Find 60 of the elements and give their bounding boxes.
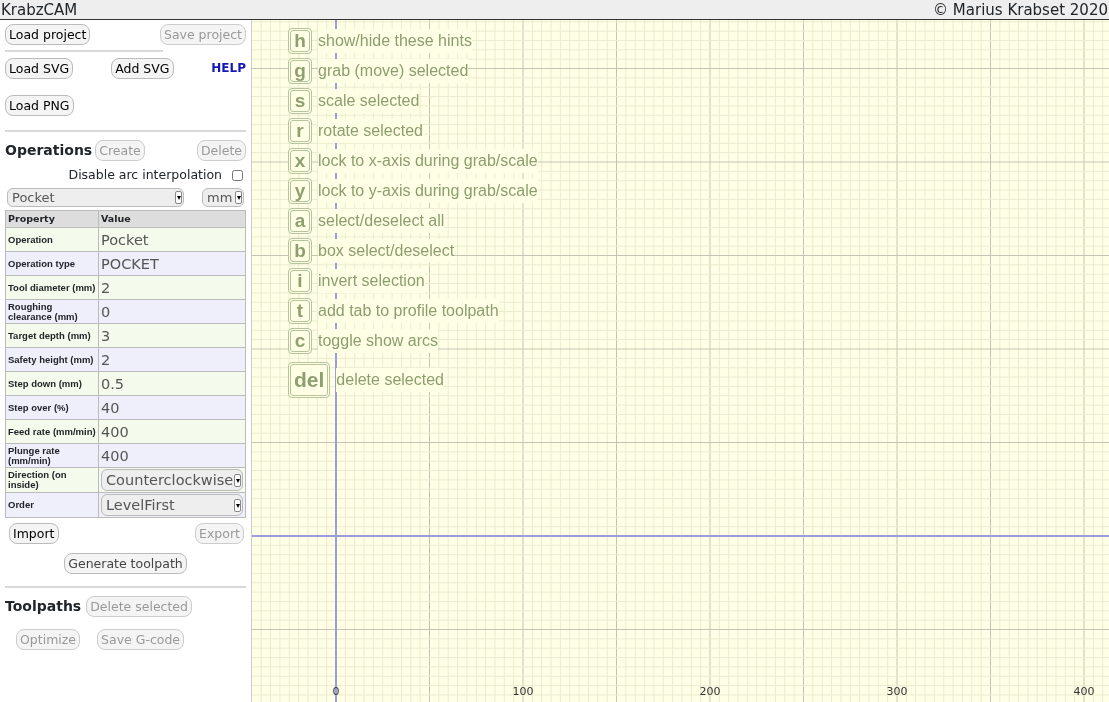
property-cell: Operation type: [5, 251, 99, 276]
unit-dropdown[interactable]: mm: [202, 187, 244, 207]
generate-toolpath-button[interactable]: Generate toolpath: [64, 553, 187, 574]
hint-text: select/deselect all: [318, 209, 445, 233]
key-hint: i: [288, 268, 312, 294]
import-button[interactable]: Import: [9, 523, 59, 544]
property-cell: Target depth (mm): [5, 323, 99, 348]
axis-label: 300: [886, 685, 908, 698]
checkbox-label: Disable arc interpolation: [68, 166, 222, 184]
property-cell: Operation: [5, 227, 99, 252]
column-header: Value: [98, 210, 246, 228]
load-png-button[interactable]: Load PNG: [5, 95, 74, 116]
hint-text: lock to y-axis during grab/scale: [318, 179, 538, 203]
hint-text: grab (move) selected: [318, 59, 469, 83]
checkbox[interactable]: [232, 169, 243, 181]
property-cell: Tool diameter (mm): [5, 275, 99, 300]
key-hint: s: [288, 88, 312, 114]
axis-label: 100: [512, 685, 534, 698]
hint-text: delete selected: [336, 368, 444, 392]
key-hint: g: [288, 58, 312, 84]
key-hint: x: [288, 148, 312, 174]
property-cell: Order: [5, 492, 99, 518]
load-svg-button[interactable]: Load SVG: [5, 58, 74, 79]
key-hint: y: [288, 178, 312, 204]
hint-text: rotate selected: [318, 119, 423, 143]
app-title: KrabzCAM: [1, 0, 78, 19]
value-dropdown[interactable]: Counterclockwise: [101, 469, 243, 491]
section-heading: Toolpaths: [5, 597, 82, 616]
property-cell: Feed rate (mm/min): [5, 419, 99, 444]
key-hint: r: [288, 118, 312, 144]
key-hint: t: [288, 298, 312, 324]
property-cell: Plunge rate (mm/min): [5, 443, 99, 468]
property-cell: Direction (on inside): [5, 467, 99, 493]
help-link[interactable]: HELP: [211, 59, 246, 77]
key-hint: c: [288, 328, 312, 354]
operation-dropdown[interactable]: Pocket: [7, 187, 184, 207]
axis-label: 200: [699, 685, 721, 698]
column-header: Property: [5, 210, 99, 228]
property-cell: Step down (mm): [5, 371, 99, 396]
value-dropdown[interactable]: LevelFirst: [101, 494, 243, 516]
key-hint: a: [288, 208, 312, 234]
hint-text: lock to x-axis during grab/scale: [318, 149, 538, 173]
property-cell: Roughing clearance (mm): [5, 299, 99, 324]
section-heading: Operations: [5, 141, 93, 160]
hint-text: add tab to profile toolpath: [318, 299, 499, 323]
copyright-text: © Marius Krabset 2020: [933, 0, 1108, 19]
key-hint: del: [288, 362, 331, 398]
add-svg-button[interactable]: Add SVG: [111, 58, 174, 79]
hint-text: show/hide these hints: [318, 29, 472, 53]
load-project-button[interactable]: Load project: [5, 24, 91, 45]
property-cell: Step over (%): [5, 395, 99, 420]
hint-text: box select/deselect: [318, 239, 455, 263]
property-cell: Safety height (mm): [5, 347, 99, 372]
axis-label: 0: [332, 685, 340, 698]
key-hint: h: [288, 28, 312, 54]
hint-text: scale selected: [318, 89, 420, 113]
hint-text: invert selection: [318, 269, 425, 293]
hint-text: toggle show arcs: [318, 329, 439, 353]
axis-label: 400: [1073, 685, 1095, 698]
key-hint: b: [288, 238, 312, 264]
